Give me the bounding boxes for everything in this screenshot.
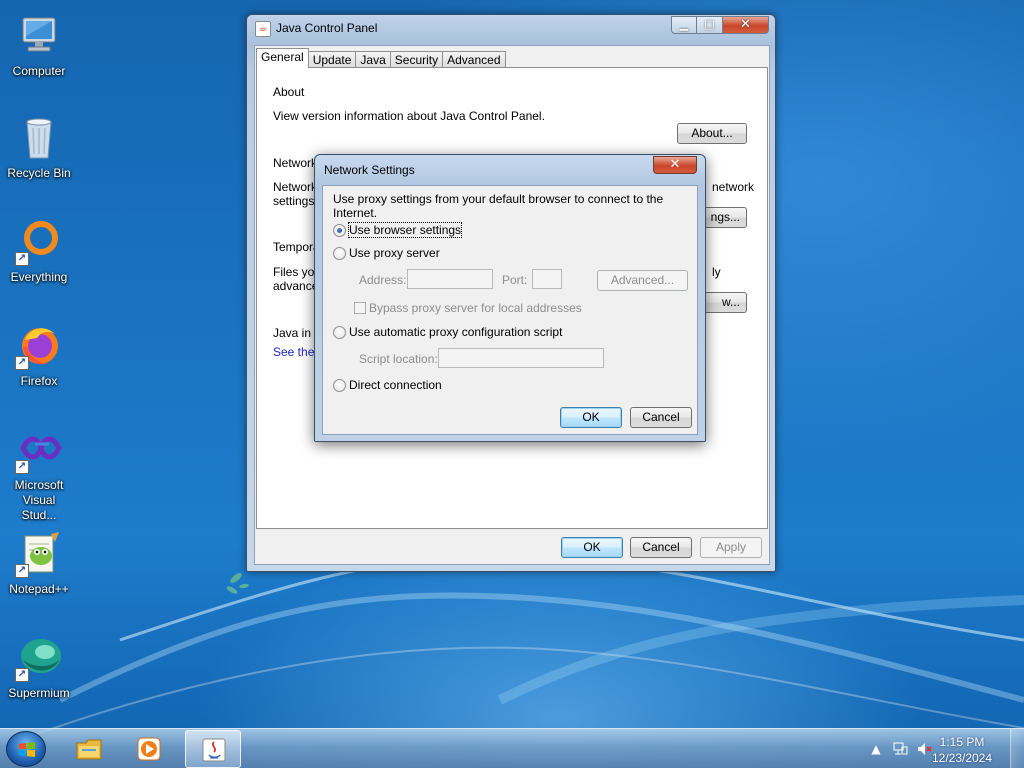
desktop-icon-label: Notepad++ xyxy=(9,582,69,596)
show-desktop-button[interactable] xyxy=(1010,729,1024,768)
notepad-plus-plus-icon: ↗ xyxy=(15,530,63,578)
bypass-proxy-checkbox[interactable] xyxy=(354,302,366,314)
about-button[interactable]: About... xyxy=(677,123,747,144)
window-title: Java Control Panel xyxy=(276,21,378,35)
desktop-icon-notepad-plus-plus[interactable]: ↗ Notepad++ xyxy=(4,524,74,614)
dialog-cancel-button[interactable]: Cancel xyxy=(630,407,692,428)
desktop-icon-label: Microsoft Visual Stud... xyxy=(14,478,64,522)
minimize-button[interactable]: ▁ xyxy=(671,16,697,34)
automatic-proxy-script-radio[interactable] xyxy=(333,326,346,339)
network-settings-dialog[interactable]: Network Settings ✕ Use proxy settings fr… xyxy=(314,154,706,442)
recycle-bin-icon xyxy=(15,114,63,162)
minimize-icon: ▁ xyxy=(679,18,689,31)
address-field[interactable] xyxy=(407,269,493,289)
script-location-label: Script location: xyxy=(359,352,438,366)
desktop-icon-recycle-bin[interactable]: Recycle Bin xyxy=(4,108,74,198)
java-icon xyxy=(202,738,226,762)
direct-connection-label[interactable]: Direct connection xyxy=(349,378,442,392)
proxy-intro-text: Use proxy settings from your default bro… xyxy=(333,192,664,220)
shortcut-arrow-icon: ↗ xyxy=(15,356,29,370)
use-browser-settings-radio[interactable] xyxy=(333,224,346,237)
desktop-icon-supermium[interactable]: ↗ Supermium xyxy=(4,628,74,718)
network-description-right: network xyxy=(712,180,755,194)
desktop-icon-everything[interactable]: ↗ Everything xyxy=(4,212,74,302)
shortcut-arrow-icon: ↗ xyxy=(15,564,29,578)
windows-logo-icon xyxy=(19,742,35,757)
taskbar: ▲ 1:15 PM 12/23/2024 xyxy=(0,728,1024,768)
everything-icon: ↗ xyxy=(15,218,63,266)
tab-general[interactable]: General xyxy=(256,48,309,68)
maximize-icon: □ xyxy=(704,18,715,31)
desktop-icon-computer[interactable]: Computer xyxy=(4,6,74,96)
network-icon[interactable] xyxy=(892,741,908,757)
desktop-icon-label: Recycle Bin xyxy=(7,166,71,180)
start-button[interactable] xyxy=(6,731,46,767)
taskbar-java-control-panel[interactable] xyxy=(185,730,241,768)
tab-security[interactable]: Security xyxy=(389,51,444,68)
bypass-proxy-label[interactable]: Bypass proxy server for local addresses xyxy=(369,301,582,315)
show-hidden-icons-icon[interactable]: ▲ xyxy=(868,741,884,757)
port-label: Port: xyxy=(502,273,528,287)
desktop-icon-label: Everything xyxy=(10,270,68,284)
shortcut-arrow-icon: ↗ xyxy=(15,252,29,266)
network-heading: Network xyxy=(273,156,318,170)
close-icon: ✕ xyxy=(740,17,751,32)
network-description-line1: Network xyxy=(273,180,318,194)
port-field[interactable] xyxy=(532,269,562,289)
temporary-files-description-right: ly xyxy=(712,265,721,279)
shortcut-arrow-icon: ↗ xyxy=(15,460,29,474)
clock-time: 1:15 PM xyxy=(939,735,985,749)
use-proxy-server-label[interactable]: Use proxy server xyxy=(349,246,440,260)
about-description: View version information about Java Cont… xyxy=(273,109,545,123)
about-heading: About xyxy=(273,85,305,99)
visual-studio-icon: ↗ xyxy=(15,426,63,474)
computer-icon xyxy=(15,12,63,60)
use-proxy-server-radio[interactable] xyxy=(333,247,346,260)
taskbar-media-player[interactable] xyxy=(121,730,177,768)
shortcut-arrow-icon: ↗ xyxy=(15,668,29,682)
tab-strip: General Update Java Security Advanced xyxy=(256,48,506,68)
address-label: Address: xyxy=(359,273,407,287)
proxy-advanced-button[interactable]: Advanced... xyxy=(597,270,688,291)
automatic-proxy-script-label[interactable]: Use automatic proxy configuration script xyxy=(349,325,562,339)
windows-explorer-icon xyxy=(76,739,102,760)
desktop-icon-firefox[interactable]: ↗ Firefox xyxy=(4,316,74,406)
supermium-icon: ↗ xyxy=(15,634,63,682)
firefox-icon: ↗ xyxy=(15,322,63,370)
java-icon: ☕ xyxy=(255,21,271,37)
dialog-client-area: Use proxy settings from your default bro… xyxy=(322,185,698,435)
dialog-title: Network Settings xyxy=(324,163,415,177)
close-icon: ✕ xyxy=(669,157,681,172)
window-titlebar[interactable]: ☕ Java Control Panel ▁ □ ✕ xyxy=(247,15,775,43)
cancel-button[interactable]: Cancel xyxy=(630,537,692,558)
ok-button[interactable]: OK xyxy=(561,537,623,558)
close-button[interactable]: ✕ xyxy=(723,16,769,34)
maximize-button[interactable]: □ xyxy=(697,16,723,34)
desktop-icon-label: Supermium xyxy=(8,686,70,700)
dialog-ok-button[interactable]: OK xyxy=(560,407,622,428)
desktop-icon-visual-studio[interactable]: ↗ Microsoft Visual Stud... xyxy=(4,420,74,522)
desktop-icon-label: Computer xyxy=(12,64,66,78)
taskbar-windows-explorer[interactable] xyxy=(61,730,117,768)
tab-update[interactable]: Update xyxy=(307,51,357,68)
tab-java[interactable]: Java xyxy=(355,51,391,68)
dialog-close-button[interactable]: ✕ xyxy=(653,156,697,174)
tab-advanced[interactable]: Advanced xyxy=(442,51,506,68)
use-browser-settings-label[interactable]: Use browser settings xyxy=(347,222,463,238)
clock-date: 12/23/2024 xyxy=(931,751,993,765)
desktop-icon-label: Firefox xyxy=(20,374,58,388)
system-clock[interactable]: 1:15 PM 12/23/2024 xyxy=(922,734,1002,766)
apply-button[interactable]: Apply xyxy=(700,537,762,558)
direct-connection-radio[interactable] xyxy=(333,379,346,392)
media-player-icon xyxy=(137,737,161,761)
script-location-field[interactable] xyxy=(438,348,604,368)
